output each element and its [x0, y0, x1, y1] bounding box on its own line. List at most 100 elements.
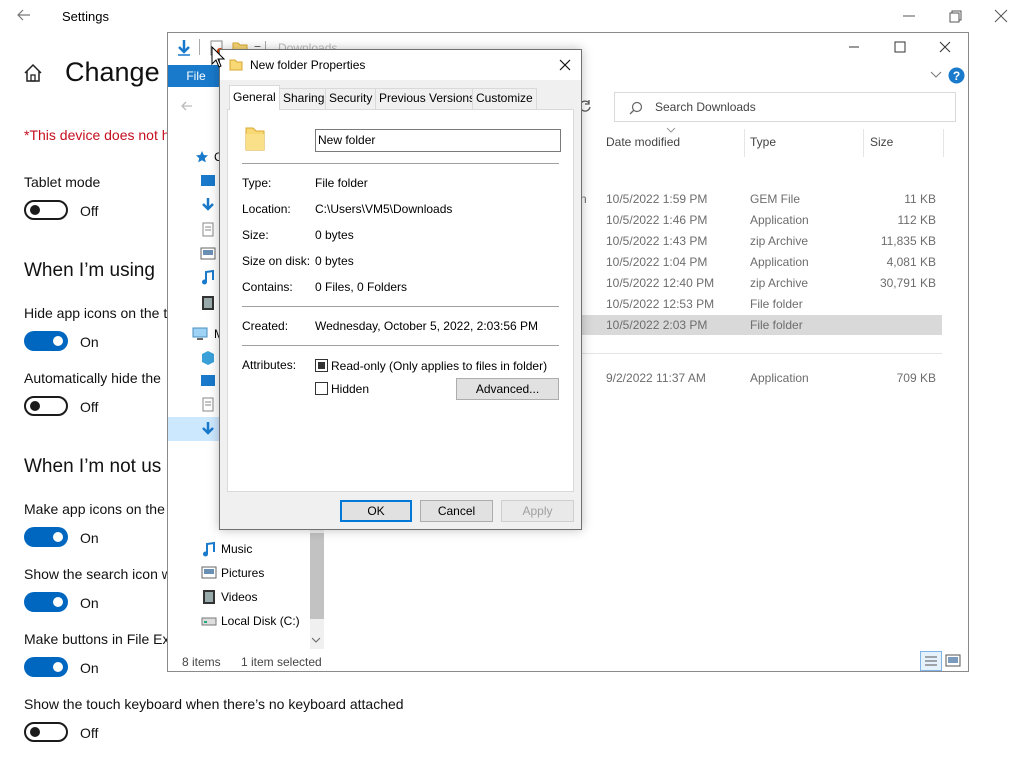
size-on-disk-label: Size on disk: — [242, 254, 311, 268]
scroll-down-icon[interactable] — [311, 636, 321, 644]
apply-button[interactable]: Apply — [501, 500, 574, 522]
table-row[interactable]: 10/5/2022 1:59 PM GEM File 11 KB — [578, 189, 942, 209]
table-row[interactable]: 10/5/2022 12:53 PM File folder — [578, 294, 942, 314]
row-type: GEM File — [750, 192, 801, 206]
nav-item-pictures[interactable]: Pictures — [221, 566, 264, 580]
toggle-state: On — [80, 660, 99, 676]
search-placeholder: Search Downloads — [655, 100, 756, 114]
column-divider[interactable] — [744, 129, 745, 157]
music-icon[interactable] — [200, 269, 216, 285]
properties-dialog: New folder Properties General Sharing Se… — [219, 49, 582, 530]
readonly-label[interactable]: Read-only (Only applies to files in fold… — [331, 359, 547, 373]
section-heading: When I’m using — [24, 260, 155, 281]
videos-icon[interactable] — [200, 295, 216, 310]
row-date: 10/5/2022 1:04 PM — [606, 255, 708, 269]
setting-label: Hide app icons on the t — [24, 305, 168, 321]
explorer-minimize-icon[interactable] — [844, 37, 864, 57]
desktop-icon[interactable] — [200, 374, 216, 388]
tab-previous-versions[interactable]: Previous Versions — [375, 88, 480, 109]
pictures-icon[interactable] — [200, 247, 216, 261]
search-box[interactable]: Search Downloads — [614, 92, 956, 122]
separator — [242, 163, 559, 164]
quick-access-download-icon[interactable] — [176, 39, 192, 57]
downloads-icon[interactable] — [200, 421, 216, 435]
desktop-icon[interactable] — [200, 174, 216, 188]
toggle-state: On — [80, 595, 99, 611]
downloads-icon[interactable] — [200, 197, 216, 211]
toggle-state: Off — [80, 725, 99, 741]
minimize-icon[interactable] — [898, 5, 920, 27]
search-icon-toggle[interactable] — [24, 592, 68, 612]
device-warning: *This device does not h — [24, 127, 170, 143]
toolbar-divider — [199, 39, 200, 55]
back-nav-icon[interactable] — [180, 99, 194, 113]
column-type[interactable]: Type — [750, 135, 776, 149]
table-row-selected[interactable]: 10/5/2022 2:03 PM File folder — [578, 315, 942, 335]
table-row[interactable]: 10/5/2022 12:40 PM zip Archive 30,791 KB — [578, 273, 942, 293]
cancel-button[interactable]: Cancel — [420, 500, 493, 522]
contains-value: 0 Files, 0 Folders — [315, 280, 408, 294]
tab-general[interactable]: General — [229, 85, 280, 110]
documents-icon[interactable] — [200, 397, 216, 412]
row-date: 10/5/2022 12:40 PM — [606, 276, 715, 290]
tab-security[interactable]: Security — [325, 88, 377, 109]
expand-ribbon-icon[interactable] — [930, 70, 942, 80]
column-divider[interactable] — [943, 129, 944, 157]
dialog-titlebar[interactable]: New folder Properties — [220, 50, 581, 80]
toggle-state: On — [80, 530, 99, 546]
3d-objects-icon[interactable] — [200, 350, 216, 365]
make-app-icons-toggle[interactable] — [24, 527, 68, 547]
status-item-count: 8 items — [182, 655, 221, 669]
nav-item-videos[interactable]: Videos — [221, 590, 257, 604]
setting-label: Show the search icon w — [24, 566, 172, 582]
videos-icon — [201, 589, 217, 605]
restore-icon[interactable] — [944, 5, 966, 27]
folder-icon — [229, 58, 243, 71]
tab-sharing[interactable]: Sharing — [279, 88, 329, 109]
quick-access-star-icon[interactable] — [195, 150, 209, 164]
search-icon — [629, 101, 643, 115]
auto-hide-toggle[interactable] — [24, 396, 68, 416]
row-size: 11,835 KB — [880, 234, 936, 248]
size-value: 0 bytes — [315, 228, 354, 242]
this-pc-icon[interactable] — [192, 327, 208, 341]
table-row[interactable]: 10/5/2022 1:43 PM zip Archive 11,835 KB — [578, 231, 942, 251]
type-label: Type: — [242, 176, 272, 190]
file-explorer-buttons-toggle[interactable] — [24, 657, 68, 677]
close-icon[interactable] — [990, 5, 1012, 27]
table-row[interactable]: 10/5/2022 1:04 PM Application 4,081 KB — [578, 252, 942, 272]
table-row[interactable]: 9/2/2022 11:37 AM Application 709 KB — [578, 368, 942, 388]
advanced-button[interactable]: Advanced... — [456, 378, 559, 400]
dialog-close-icon[interactable] — [556, 56, 574, 74]
documents-icon[interactable] — [200, 222, 216, 237]
explorer-close-icon[interactable] — [935, 37, 955, 57]
ok-button[interactable]: OK — [340, 500, 412, 522]
explorer-maximize-icon[interactable] — [890, 37, 910, 57]
column-divider[interactable] — [863, 129, 864, 157]
home-icon[interactable] — [22, 62, 44, 84]
hidden-checkbox[interactable] — [315, 382, 328, 395]
hidden-label[interactable]: Hidden — [331, 382, 369, 396]
row-type: Application — [750, 213, 809, 227]
help-icon[interactable]: ? — [948, 67, 965, 84]
back-arrow-icon[interactable] — [14, 5, 34, 25]
nav-item-local-disk[interactable]: Local Disk (C:) — [221, 614, 300, 628]
row-type: zip Archive — [750, 234, 809, 248]
row-type: Application — [750, 255, 809, 269]
file-tab[interactable]: File — [168, 65, 224, 87]
nav-item-music[interactable]: Music — [221, 542, 252, 556]
tablet-mode-toggle[interactable] — [24, 200, 68, 220]
details-view-icon[interactable] — [920, 651, 942, 671]
large-icons-view-icon[interactable] — [945, 653, 961, 669]
nav-scrollbar-thumb[interactable] — [310, 533, 324, 619]
folder-name-input[interactable]: New folder — [315, 129, 561, 152]
touch-keyboard-toggle[interactable] — [24, 722, 68, 742]
section-heading: When I’m not us — [24, 456, 162, 477]
hide-app-icons-toggle[interactable] — [24, 331, 68, 351]
readonly-checkbox[interactable] — [315, 359, 328, 372]
column-date-modified[interactable]: Date modified — [606, 135, 680, 149]
row-size: 4,081 KB — [886, 255, 936, 269]
tab-customize[interactable]: Customize — [472, 88, 537, 109]
table-row[interactable]: 10/5/2022 1:46 PM Application 112 KB — [578, 210, 942, 230]
column-size[interactable]: Size — [870, 135, 893, 149]
